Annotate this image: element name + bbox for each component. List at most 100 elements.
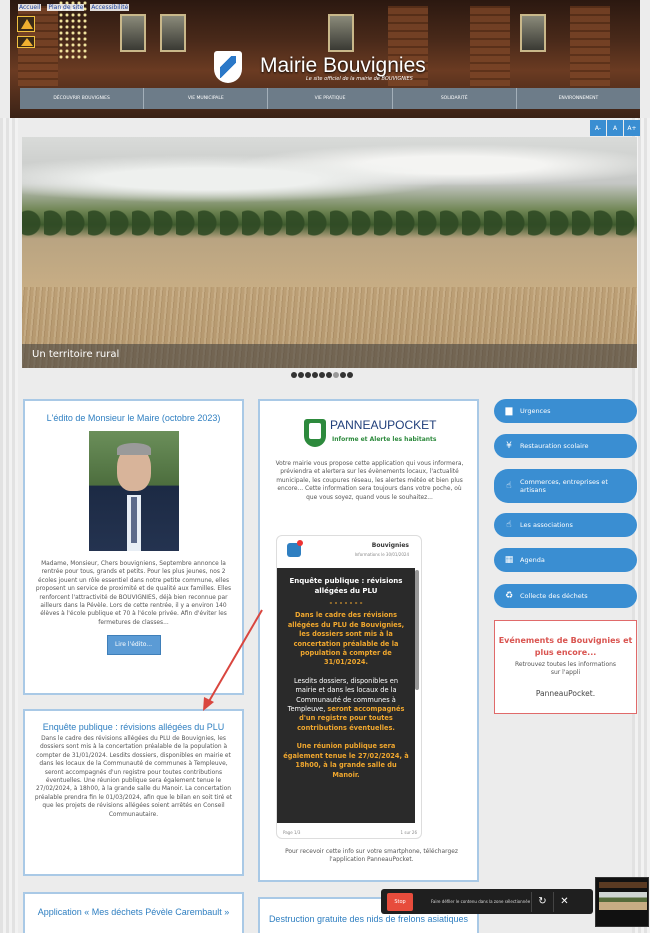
nav-decouvrir[interactable]: Découvrir Bouvignies [20, 88, 145, 109]
slideshow-dot[interactable] [347, 372, 353, 378]
side-menu-label: Urgences [520, 407, 551, 415]
nav-environnement[interactable]: Environnement [517, 88, 640, 109]
header-photo-lights [200, 6, 280, 36]
mes-dechets-title[interactable]: Application « Mes déchets Pévèle Caremba… [25, 906, 242, 919]
background-texture-left [0, 118, 18, 933]
side-menu-label: Restauration scolaire [520, 442, 589, 450]
stop-button[interactable]: Stop [387, 892, 413, 911]
enquete-text: Dans le cadre des révisions allégées du … [34, 736, 233, 818]
slideshow-dot[interactable] [312, 372, 318, 378]
site-title[interactable]: Mairie Bouvignies [260, 54, 426, 78]
thumbs-up-icon: ☝ [506, 481, 512, 491]
frelons-title[interactable]: Destruction gratuite des nids de frelons… [260, 913, 477, 926]
phone-message-p3: Une réunion publique sera également tenu… [283, 742, 409, 779]
mes-dechets-card: Application « Mes déchets Pévèle Caremba… [23, 892, 244, 933]
font-increase-button[interactable]: A+ [624, 120, 640, 136]
side-menu-label: Les associations [520, 521, 573, 529]
panneaupocket-intro: Votre mairie vous propose cette applicat… [275, 461, 464, 501]
slide-treeline [22, 197, 637, 247]
phone-preview: Bouvignies Informations le 30/01/2024 En… [276, 535, 422, 839]
phone-header: Bouvignies Informations le 30/01/2024 [277, 536, 421, 564]
slideshow-dot[interactable] [305, 372, 311, 378]
enquete-title[interactable]: Enquête publique : révisions allégées du… [25, 722, 242, 732]
side-menu-collecte[interactable]: ♻ Collecte des déchets [494, 584, 637, 608]
header-photo-brick [470, 6, 510, 86]
phone-separator: - - - - - - - [329, 599, 363, 607]
recycle-icon: ♻ [504, 591, 514, 601]
font-decrease-button[interactable]: A- [590, 120, 606, 136]
slideshow-dot[interactable] [333, 372, 339, 378]
side-menu-commerces[interactable]: ☝ Commerces, entreprises et artisans [494, 469, 637, 503]
side-menu-label: Agenda [520, 556, 545, 564]
phone-page-indicator[interactable]: Page 1/3 [283, 830, 300, 835]
side-menu-urgences[interactable]: ▆ Urgences [494, 399, 637, 423]
phone-message-p1: Dans le cadre des révisions allégées du … [287, 611, 405, 667]
events-app-name[interactable]: PanneauPocket. [495, 689, 636, 698]
slideshow-dot[interactable] [298, 372, 304, 378]
read-edito-button[interactable]: Lire l'édito... [106, 635, 161, 656]
fork-knife-icon: ¥ [506, 441, 512, 451]
header-photo-brick [570, 6, 610, 86]
warning-icon[interactable] [17, 16, 35, 32]
side-menu-label: Commerces, entreprises et artisans [520, 478, 608, 494]
enquete-card: Enquête publique : révisions allégées du… [23, 709, 244, 876]
town-shield-logo[interactable] [214, 51, 242, 83]
phone-sender: Bouvignies [371, 542, 409, 549]
recording-instruction: Faire défiler le contenu dans la zone sé… [431, 899, 531, 904]
nav-vie-pratique[interactable]: Vie pratique [268, 88, 393, 109]
header-photo-window [520, 14, 546, 52]
font-size-controls: A- A A+ [589, 120, 640, 136]
close-icon[interactable]: ✕ [553, 891, 575, 912]
top-link-accessibility[interactable]: Accessibilité [90, 4, 130, 11]
phone-scrollbar[interactable] [415, 570, 419, 690]
phone-count: 1 sur 26 [400, 830, 417, 835]
main-nav: Découvrir Bouvignies Vie municipale Vie … [20, 88, 640, 109]
phone-message: Enquête publique : révisions allégées du… [277, 568, 415, 823]
header-photo-window [328, 14, 354, 52]
panneaupocket-card: PANNEAUPOCKET Informe et Alerte les habi… [258, 399, 479, 882]
slideshow-dot[interactable] [319, 372, 325, 378]
slideshow-dot[interactable] [340, 372, 346, 378]
panneaupocket-tagline: Informe et Alerte les habitants [332, 436, 437, 443]
font-reset-button[interactable]: A [607, 120, 623, 136]
panneaupocket-outro: Pour recevoir cette info sur votre smart… [285, 849, 458, 864]
phone-date: Informations le 30/01/2024 [354, 552, 409, 557]
screen-recording-bar: Stop Faire défiler le contenu dans la zo… [381, 889, 593, 914]
slideshow-dots [291, 372, 354, 378]
events-box: Evénements de Bouvignies et plus encore.… [494, 620, 637, 714]
header-photo-window [160, 14, 186, 52]
reset-icon[interactable]: ↻ [531, 891, 553, 912]
top-link-sitemap[interactable]: Plan de site [47, 4, 85, 11]
slideshow-dot[interactable] [326, 372, 332, 378]
phone-message-title: Enquête publique : révisions allégées du… [289, 577, 403, 595]
calendar-icon: ▦ [504, 555, 514, 565]
header-photo-window [120, 14, 146, 52]
portrait-face [116, 443, 151, 491]
site-subtitle: Le site officiel de la mairie de BOUVIGN… [306, 76, 413, 82]
edito-card: L'édito de Monsieur le Maire (octobre 20… [23, 399, 244, 695]
hero-slideshow[interactable]: Un territoire rural [22, 137, 637, 368]
side-menu-restauration[interactable]: ¥ Restauration scolaire [494, 434, 637, 458]
warning-icon[interactable] [17, 36, 35, 48]
events-subtitle: Retrouvez toutes les informations sur l'… [514, 661, 617, 676]
slideshow-dot[interactable] [291, 372, 297, 378]
side-menu-associations[interactable]: ☝ Les associations [494, 513, 637, 537]
top-links: Accueil Plan de site Accessibilité [18, 4, 133, 11]
recording-preview-thumbnail[interactable] [595, 877, 649, 927]
side-menu-label: Collecte des déchets [520, 592, 588, 600]
panneaupocket-logo[interactable] [304, 419, 326, 447]
events-title[interactable]: Evénements de Bouvignies et plus encore.… [495, 635, 636, 659]
slide-caption: Un territoire rural [22, 344, 637, 368]
edito-text: Madame, Monsieur, Chers bouvigniens, Sep… [35, 561, 232, 626]
nav-vie-municipale[interactable]: Vie municipale [144, 88, 269, 109]
nav-solidarite[interactable]: Solidarité [393, 88, 517, 109]
portrait-tie [130, 497, 137, 543]
phone-footer: Page 1/3 1 sur 26 [283, 830, 417, 835]
top-link-home[interactable]: Accueil [18, 4, 42, 11]
side-menu-agenda[interactable]: ▦ Agenda [494, 548, 637, 572]
edito-title[interactable]: L'édito de Monsieur le Maire (octobre 20… [25, 413, 242, 423]
panneaupocket-name[interactable]: PANNEAUPOCKET [330, 418, 436, 432]
notification-icon [287, 540, 303, 557]
truck-icon: ▆ [505, 406, 513, 416]
thumbs-up-icon: ☝ [506, 520, 512, 530]
